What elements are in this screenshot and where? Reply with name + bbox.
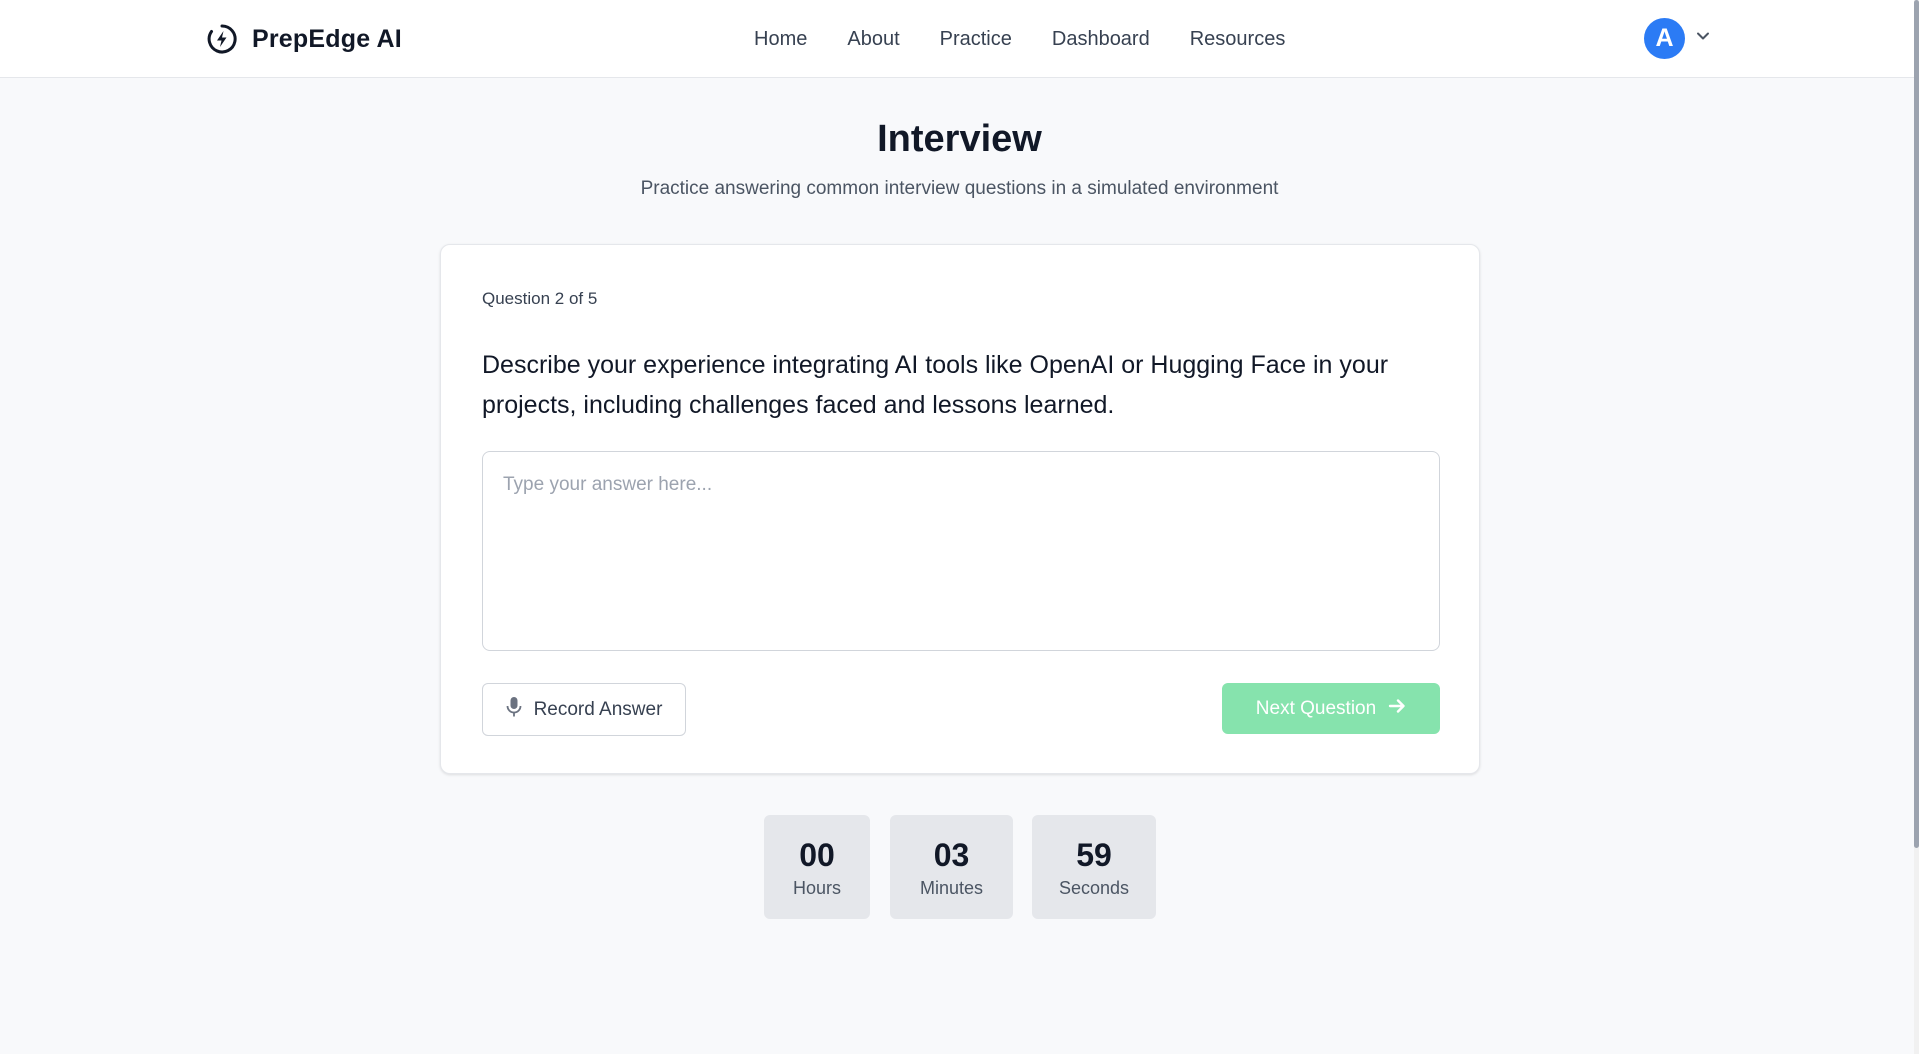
timer-minutes-value: 03 (933, 837, 970, 873)
next-question-button[interactable]: Next Question (1222, 683, 1440, 734)
timer-minutes-label: Minutes (919, 878, 984, 898)
answer-input[interactable] (482, 451, 1440, 651)
timer-seconds-label: Seconds (1058, 878, 1130, 898)
main-nav: Home About Practice Dashboard Resources (754, 22, 1285, 56)
user-menu[interactable]: A (1644, 17, 1711, 59)
page-subtitle: Practice answering common interview ques… (640, 178, 1279, 199)
chevron-down-icon[interactable] (1695, 28, 1711, 49)
question-text: Describe your experience integrating AI … (482, 351, 1389, 419)
nav-home[interactable]: Home (754, 28, 807, 51)
next-question-label: Next Question (1255, 697, 1377, 719)
page-title: Interview (877, 118, 1042, 160)
timer-hours-value: 00 (799, 837, 835, 873)
timer-seconds-value: 59 (1076, 837, 1112, 873)
timer-minutes: 03 Minutes (890, 815, 1013, 919)
question-counter: Question 2 of 5 (482, 289, 598, 308)
arrow-right-icon (1388, 697, 1406, 721)
top-navbar: PrepEdge AI Home About Practice Dashboar… (0, 0, 1919, 78)
record-answer-button[interactable]: Record Answer (482, 683, 686, 736)
logo-icon (206, 23, 238, 55)
timer-seconds: 59 Seconds (1032, 815, 1156, 919)
brand-name: PrepEdge AI (252, 24, 402, 53)
microphone-icon (506, 696, 522, 724)
timer-hours-label: Hours (792, 878, 841, 898)
avatar[interactable]: A (1644, 17, 1685, 59)
timer-hours: 00 Hours (764, 815, 870, 919)
question-card: Question 2 of 5 Describe your experience… (440, 244, 1480, 774)
nav-about[interactable]: About (847, 28, 899, 51)
nav-dashboard[interactable]: Dashboard (1052, 28, 1150, 51)
nav-practice[interactable]: Practice (940, 28, 1012, 51)
brand-logo-link[interactable]: PrepEdge AI (206, 20, 402, 58)
scrollbar-thumb[interactable] (1914, 0, 1919, 848)
nav-resources[interactable]: Resources (1190, 28, 1286, 51)
record-answer-label: Record Answer (533, 698, 663, 720)
